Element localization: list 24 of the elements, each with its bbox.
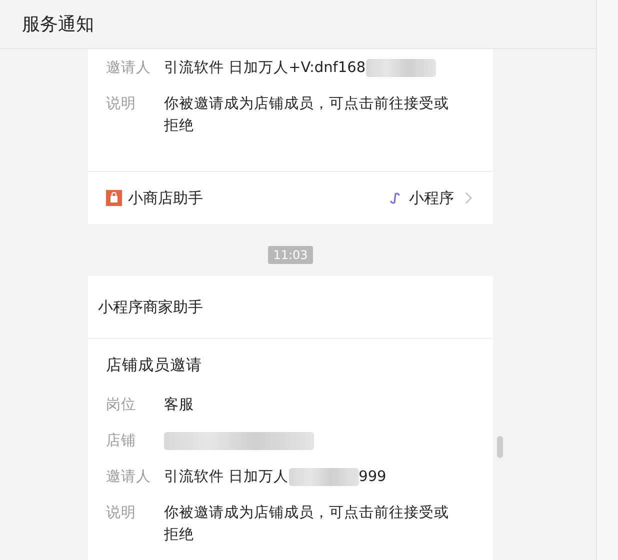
field-value: 引流软件 日加万人+V:dnf168 <box>164 58 366 78</box>
chevron-right-icon <box>464 191 473 205</box>
redaction-blur <box>288 468 359 486</box>
scrollbar-thumb[interactable] <box>497 436 503 458</box>
field-label: 岗位 <box>106 396 137 415</box>
field-label: 说明 <box>106 95 137 114</box>
message-card[interactable]: 小程序商家助手 店铺成员邀请 岗位 客服 店铺 邀请人 引流软件 日加万人 999 说明 你被邀请成为店铺成员，可点击前往接受或拒绝 <box>88 276 493 560</box>
field-value: 引流软件 日加万人 <box>164 468 289 487</box>
redaction-blur <box>366 59 436 77</box>
field-value: 你被邀请成为店铺成员，可点击前往接受或拒绝 <box>164 504 450 545</box>
field-value: 你被邀请成为店铺成员，可点击前往接受或拒绝 <box>164 94 450 136</box>
field-label: 说明 <box>106 504 137 523</box>
mini-program-label: 小程序 <box>409 188 454 208</box>
field-label: 店铺 <box>106 432 137 451</box>
field-label: 邀请人 <box>106 59 152 78</box>
card-title: 店铺成员邀请 <box>106 356 202 374</box>
field-value: 客服 <box>164 396 194 415</box>
source-name: 小商店助手 <box>128 188 203 208</box>
field-label: 邀请人 <box>106 468 152 487</box>
timestamp: 11:03 <box>268 246 313 264</box>
field-value: 999 <box>358 468 386 487</box>
card-header-text: 小程序商家助手 <box>98 298 203 316</box>
message-card[interactable]: 邀请人 引流软件 日加万人+V:dnf168 说明 你被邀请成为店铺成员，可点击前往接受或拒绝 小商店助手 小程序 <box>88 49 493 224</box>
window-title: 服务通知 <box>22 13 94 36</box>
